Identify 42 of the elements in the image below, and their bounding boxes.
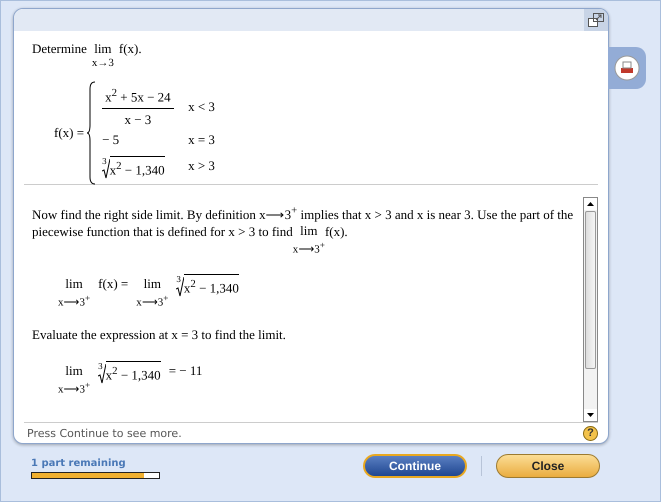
case-expression: − 5 [102, 132, 120, 147]
expand-icon[interactable] [584, 9, 608, 31]
radicand: x$^{2}$ − 1,340 [106, 360, 161, 384]
printer-icon[interactable] [614, 55, 640, 81]
root-index: 3 [176, 274, 181, 284]
function-text: f(x). [118, 41, 142, 57]
radicand: x$^{2}$ − 1,340 [184, 274, 239, 298]
root-index: 3 [98, 360, 103, 371]
lim-subscript: x⟶3$^{+}$ [58, 378, 90, 396]
scrollbar[interactable] [583, 197, 598, 422]
continue-button[interactable]: Continue [363, 454, 467, 478]
hint-text: Press Continue to see more. [27, 426, 182, 440]
radical-icon [98, 364, 106, 384]
root-index: 3 [102, 156, 107, 166]
lim-text: lim [65, 362, 83, 379]
progress-label: 1 part remaining [31, 458, 127, 469]
radicand: x$^{2}$ − 1,340 [110, 156, 165, 180]
down-arrow-icon[interactable] [587, 413, 594, 417]
numerator: x$^{2}$ + 5x − 24 [102, 86, 174, 109]
case-condition: x < 3 [188, 99, 215, 116]
instruction-text: Evaluate the expression at x = 3 to find the limit. [32, 326, 287, 343]
brace-icon [86, 81, 96, 185]
case-condition: x > 3 [188, 158, 215, 174]
lim-subscript: x⟶3$^{+}$ [58, 292, 90, 309]
lim-subscript: x→3 [92, 57, 114, 69]
prompt-text: Determine [32, 41, 87, 57]
lim-text: lim [94, 41, 112, 57]
radical-icon [176, 277, 184, 298]
lim-subscript: x⟶3$^{+}$ [136, 292, 168, 309]
help-button[interactable]: ? [583, 426, 598, 440]
equation-text: f(x) = [98, 276, 128, 292]
function-label: f(x) = [54, 125, 84, 141]
lim-text: lim [65, 276, 83, 292]
lim-text: lim [144, 276, 161, 292]
close-button[interactable]: Close [496, 454, 600, 478]
denominator: x − 3 [124, 111, 152, 128]
up-arrow-icon[interactable] [587, 202, 594, 206]
equation-text: = − 11 [168, 362, 202, 379]
case-condition: x = 3 [188, 132, 215, 148]
radical-icon [102, 159, 110, 180]
explanation-text: Now find the right side limit. By definition x⟶3$^{+}$ implies that x > 3 and x is near 3. Use the part of the piecewise function that is defined for x > 3 to find lim x⟶3$^{+}$ f(x). [32, 204, 574, 256]
side-tab[interactable] [608, 47, 646, 89]
